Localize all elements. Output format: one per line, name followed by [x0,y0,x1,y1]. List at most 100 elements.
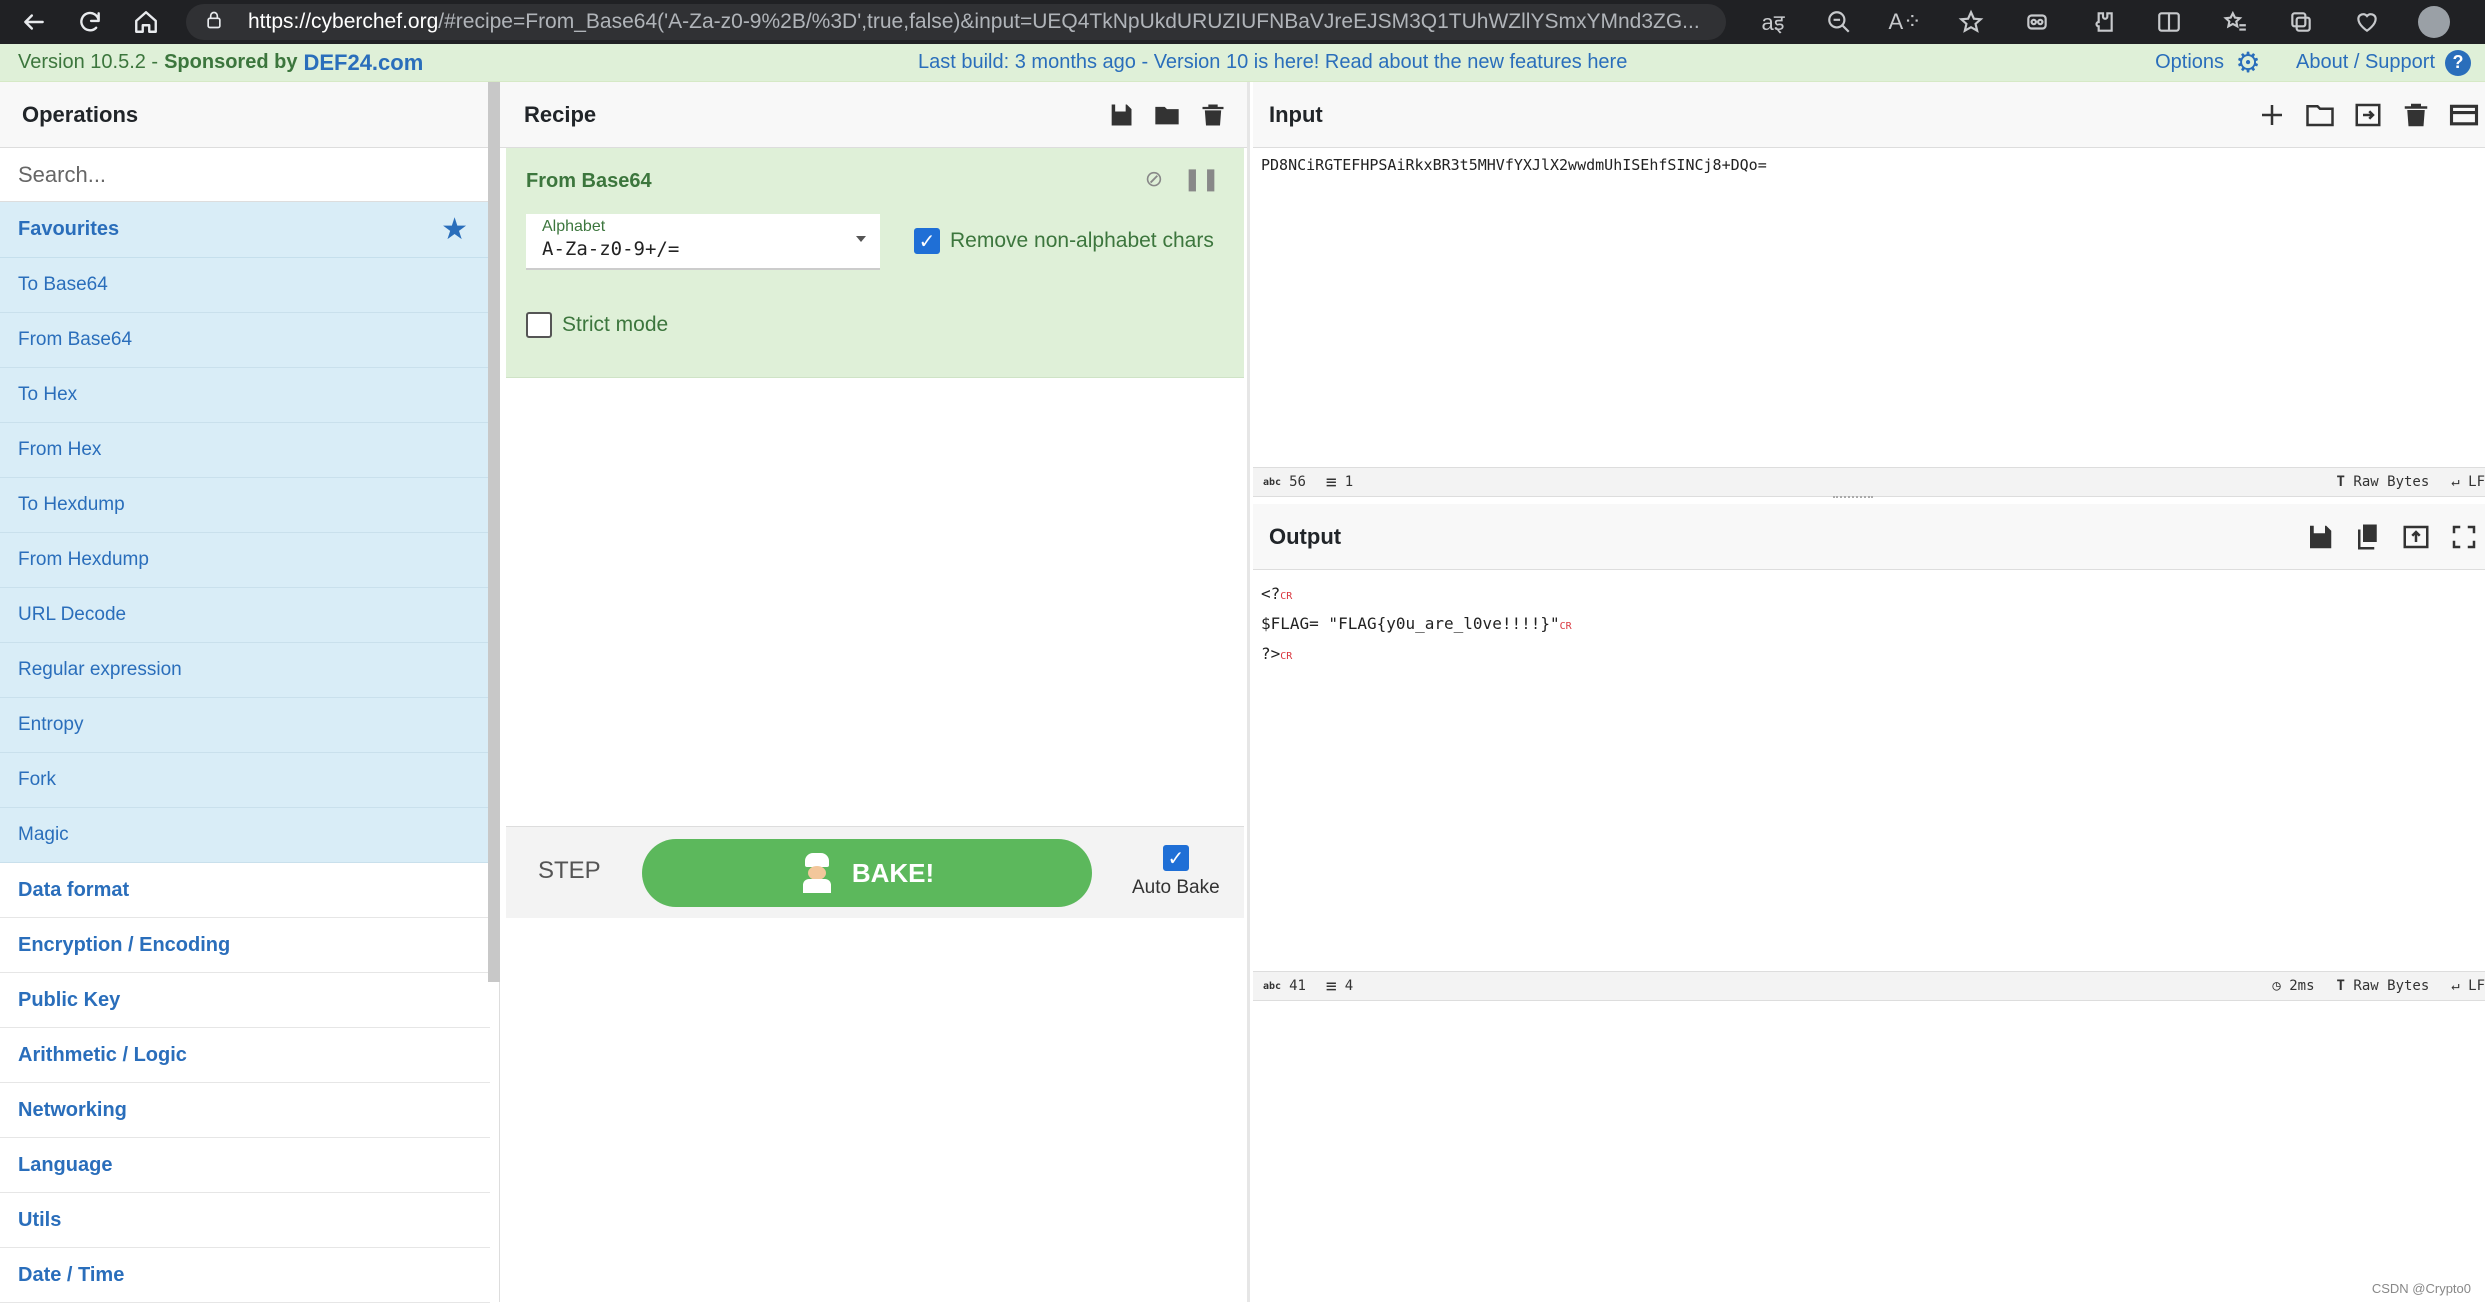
category-item[interactable]: Data format [0,863,490,918]
refresh-button[interactable] [68,0,112,44]
category-item[interactable]: Language [0,1138,490,1193]
favorites-icon[interactable] [2212,4,2258,40]
operation-item[interactable]: To Hexdump [0,478,490,533]
collections-icon[interactable] [2278,4,2324,40]
input-eol[interactable]: ↵ LF [2451,474,2485,490]
strict-mode-checkbox[interactable] [526,312,552,338]
browser-toolbar: https://cyberchef.org/#recipe=From_Base6… [0,0,2485,44]
output-line: <? [1261,584,1281,603]
category-item[interactable]: Arithmetic / Logic [0,1028,490,1083]
extension-icon[interactable] [2014,4,2060,40]
operations-panel: Operations Favourites ★ To Base64 From B… [0,82,500,1303]
replace-input-icon[interactable] [2401,522,2431,552]
sponsor-link[interactable]: DEF24.com [303,50,423,76]
save-output-icon[interactable] [2305,522,2335,552]
translate-icon[interactable]: aइ [1750,4,1796,40]
output-eol[interactable]: ↵ LF [2451,978,2485,994]
clear-input-icon[interactable] [2401,100,2431,130]
output-line: $FLAG= "FLAG{y0u_are_l0ve!!!!}" [1261,614,1560,633]
recipe-title: Recipe [524,101,597,127]
operation-item[interactable]: URL Decode [0,588,490,643]
folder-icon[interactable] [1153,101,1181,129]
help-icon[interactable]: ? [2445,49,2471,76]
cr-marker: CR [1280,651,1293,662]
category-item[interactable]: Date / Time [0,1248,490,1303]
site-banner: Version 10.5.2 - Sponsored by DEF24.com … [0,44,2485,82]
bake-controls: STEP BAKE! ✓ Auto Bake [506,826,1244,918]
favorite-star-icon[interactable] [1948,4,1994,40]
open-file-icon[interactable] [2353,100,2383,130]
recipe-header: Recipe [500,82,1247,148]
input-header: Input [1253,82,2485,148]
recipe-operation-card[interactable]: From Base64 ⊘ ❚❚ Alphabet A-Za-z0-9+/= ✓… [506,148,1244,378]
save-icon[interactable] [1107,101,1135,129]
output-encoding[interactable]: T Raw Bytes [2337,978,2430,994]
remove-non-alphabet-option[interactable]: ✓ Remove non-alphabet chars [914,228,1214,254]
zoom-out-icon[interactable] [1816,4,1862,40]
operation-item[interactable]: Fork [0,753,490,808]
output-status-bar: abc 41 ≡ 4 ◷ 2ms T Raw Bytes ↵ LF [1253,971,2485,1001]
gear-icon[interactable]: ⚙ [2234,47,2262,78]
alphabet-select[interactable]: Alphabet A-Za-z0-9+/= [526,214,880,270]
remove-non-alphabet-label: Remove non-alphabet chars [950,229,1214,252]
options-link[interactable]: Options [2155,51,2224,74]
operation-item[interactable]: To Base64 [0,258,490,313]
star-icon[interactable]: ★ [441,212,468,247]
read-aloud-icon[interactable]: A⁘ [1882,4,1928,40]
output-text[interactable]: <?CR $FLAG= "FLAG{y0u_are_l0ve!!!!}"CR ?… [1261,580,1572,670]
about-support-link[interactable]: About / Support [2296,51,2435,74]
trash-icon[interactable] [1199,101,1227,129]
operation-item[interactable]: Magic [0,808,490,863]
back-button[interactable] [12,0,56,44]
disable-icon[interactable]: ⊘ [1145,166,1163,192]
puzzle-icon[interactable] [2080,4,2126,40]
input-textarea[interactable]: PD8NCiRGTEFHPSAiRkxBR3t5MHVfYXJlX2wwdmUh… [1261,156,1767,174]
search-input[interactable] [18,161,478,188]
char-count-icon: abc [1263,476,1282,488]
home-button[interactable] [124,0,168,44]
open-folder-icon[interactable] [2305,100,2335,130]
category-item[interactable]: Utils [0,1193,490,1248]
add-tab-icon[interactable] [2257,100,2287,130]
category-item[interactable]: Encryption / Encoding [0,918,490,973]
operation-item[interactable]: To Hex [0,368,490,423]
layout-icon[interactable] [2449,100,2479,130]
pane-resize-handle[interactable] [1833,496,1873,500]
output-title: Output [1269,523,1342,549]
auto-bake-option[interactable]: ✓ Auto Bake [1132,845,1220,899]
step-button[interactable]: STEP [538,857,601,885]
refresh-icon [80,11,100,32]
remove-non-alphabet-checkbox[interactable]: ✓ [914,228,940,254]
line-count-icon: ≡ [1325,975,1337,997]
watermark: CSDN @Crypto0 [2371,1281,2471,1296]
bake-button[interactable]: BAKE! [642,839,1092,907]
input-status-bar: abc 56 ≡ 1 T Raw Bytes ↵ LF [1253,467,2485,497]
operation-item[interactable]: From Base64 [0,313,490,368]
operations-scrollbar[interactable] [488,82,500,982]
char-count-icon: abc [1263,980,1282,992]
maximise-icon[interactable] [2449,522,2479,552]
new-features-link[interactable]: here [1587,51,1627,73]
split-screen-icon[interactable] [2146,4,2192,40]
auto-bake-label: Auto Bake [1132,877,1220,898]
url-text[interactable]: https://cyberchef.org/#recipe=From_Base6… [248,10,1708,34]
browser-health-icon[interactable] [2344,4,2390,40]
profile-avatar[interactable] [2418,6,2450,38]
category-item[interactable]: Public Key [0,973,490,1028]
input-title: Input [1269,101,1323,127]
auto-bake-checkbox[interactable]: ✓ [1162,845,1189,871]
operation-item[interactable]: From Hex [0,423,490,478]
copy-icon[interactable] [2353,522,2383,552]
input-eol-label: LF [2468,474,2485,490]
address-bar[interactable]: https://cyberchef.org/#recipe=From_Base6… [186,4,1726,40]
operation-item[interactable]: Regular expression [0,643,490,698]
output-line-count: 4 [1344,978,1354,994]
input-encoding[interactable]: T Raw Bytes [2337,474,2430,490]
favourites-category[interactable]: Favourites ★ [0,202,490,258]
arrow-left-icon [24,14,44,30]
strict-mode-option[interactable]: Strict mode [526,312,668,338]
operation-item[interactable]: From Hexdump [0,533,490,588]
category-item[interactable]: Networking [0,1083,490,1138]
operation-item[interactable]: Entropy [0,698,490,753]
pause-icon[interactable]: ❚❚ [1183,166,1220,192]
